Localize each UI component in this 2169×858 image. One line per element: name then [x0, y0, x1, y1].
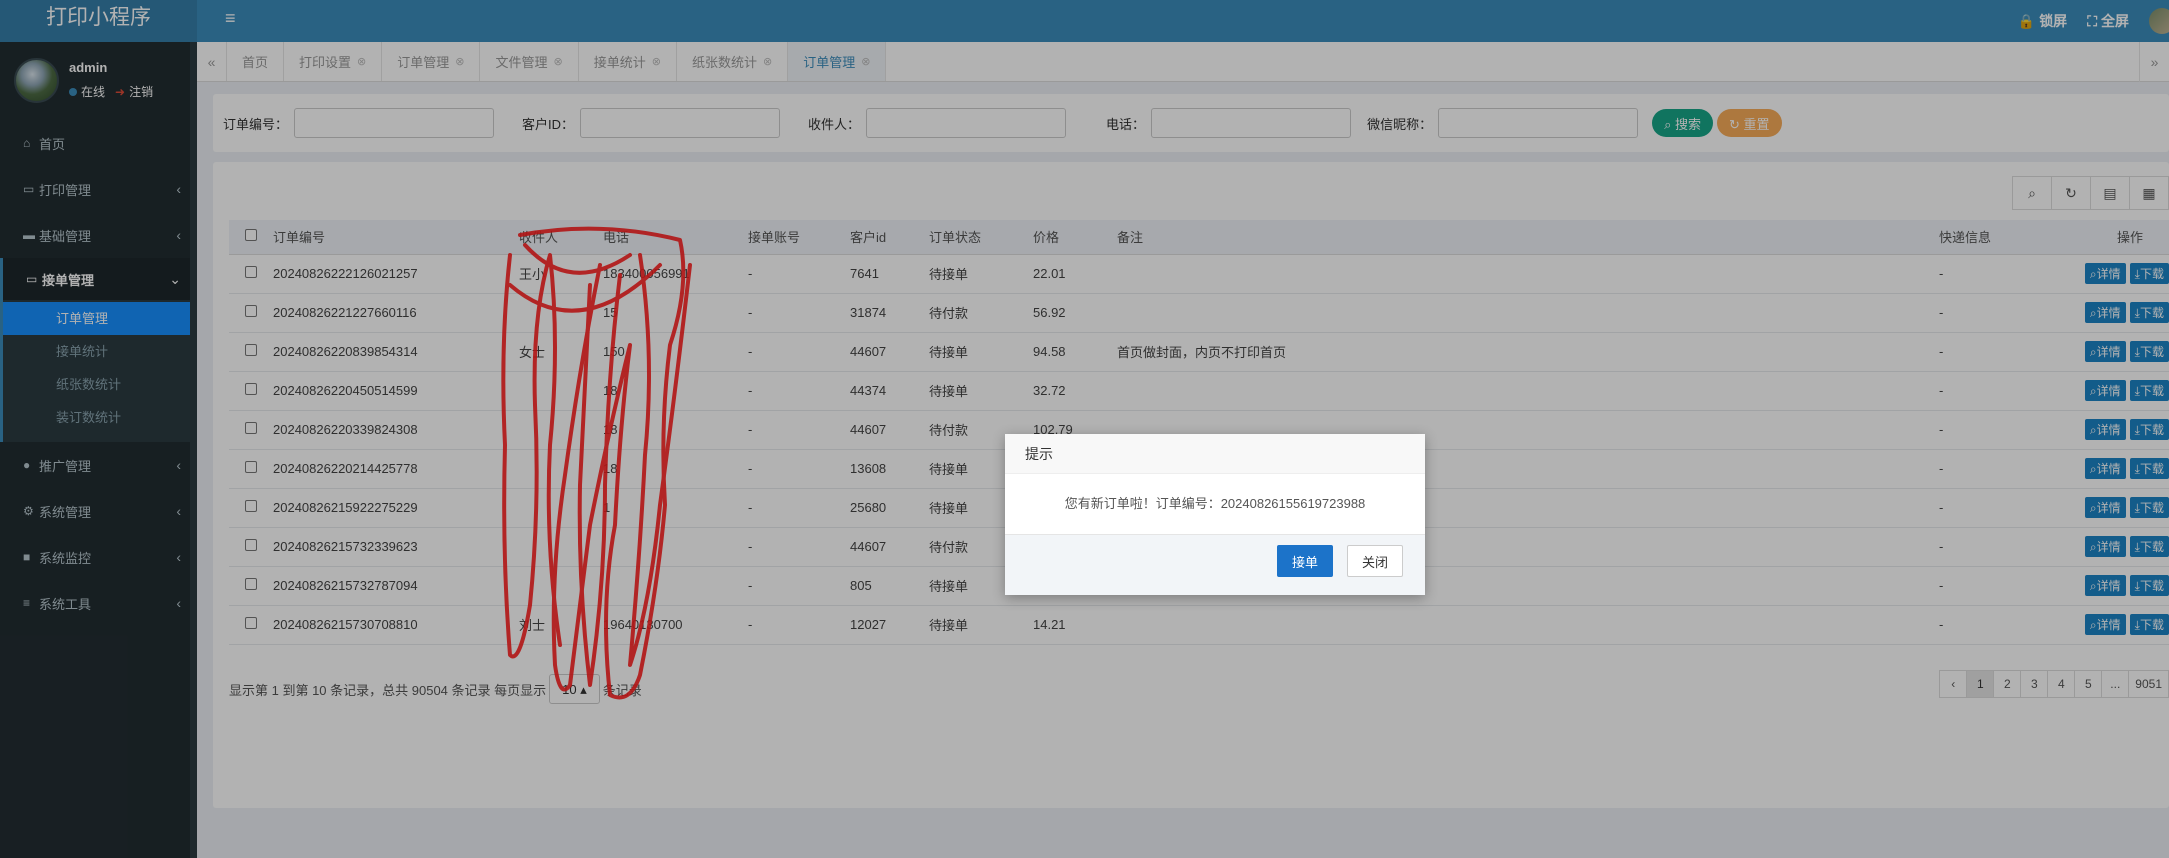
new-order-dialog: 提示 您有新订单啦！订单编号：20240826155619723988 接单 关…: [1005, 434, 1425, 595]
dialog-footer: 接单 关闭: [1005, 534, 1425, 595]
close-dialog-button[interactable]: 关闭: [1347, 545, 1404, 577]
dialog-title: 提示: [1005, 434, 1425, 474]
dialog-message: 您有新订单啦！订单编号：20240826155619723988: [1064, 496, 1366, 511]
modal-overlay[interactable]: [0, 0, 2169, 858]
accept-order-button[interactable]: 接单: [1277, 545, 1334, 577]
